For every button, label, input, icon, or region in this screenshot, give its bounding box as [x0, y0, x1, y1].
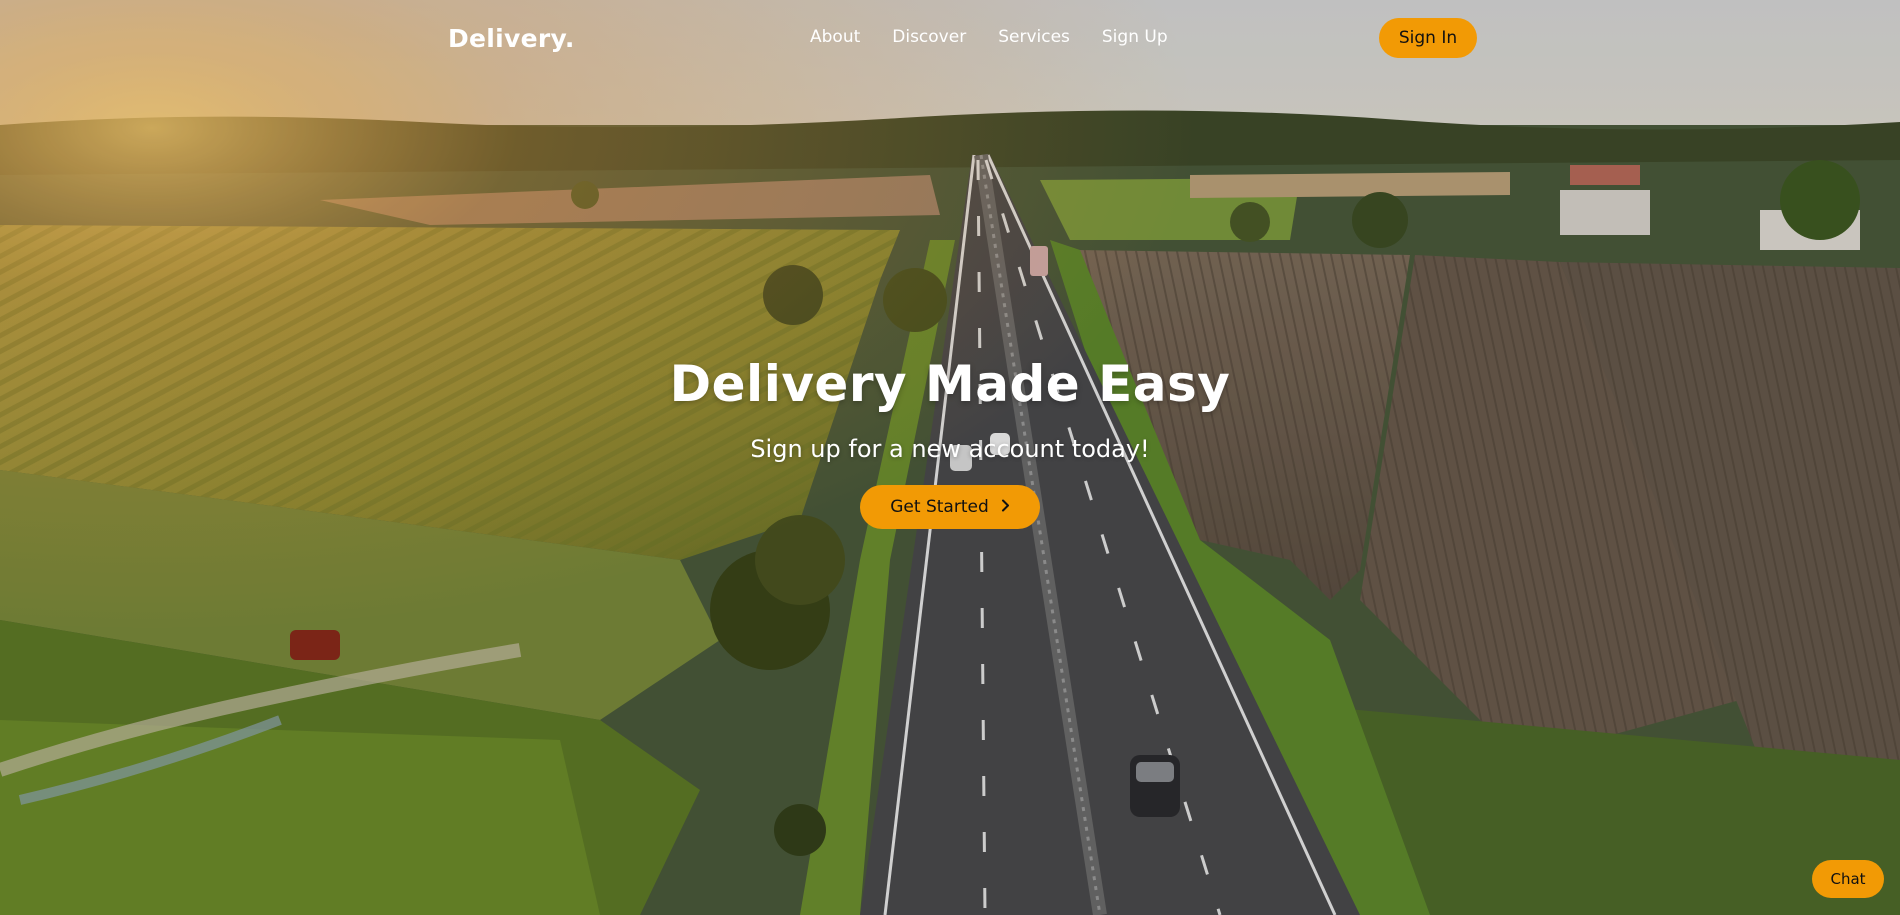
get-started-label: Get Started	[890, 497, 989, 517]
nav-link-discover[interactable]: Discover	[892, 27, 966, 47]
nav-link-sign-up[interactable]: Sign Up	[1102, 27, 1168, 47]
hero-title: Delivery Made Easy	[669, 355, 1231, 413]
sign-in-button[interactable]: Sign In	[1379, 18, 1477, 58]
chevron-right-icon	[1001, 499, 1010, 516]
nav-link-about[interactable]: About	[810, 27, 860, 47]
get-started-button[interactable]: Get Started	[860, 485, 1040, 529]
hero-subtitle: Sign up for a new account today!	[750, 435, 1150, 463]
nav-link-services[interactable]: Services	[998, 27, 1070, 47]
chat-button[interactable]: Chat	[1812, 860, 1884, 898]
hero-section: Delivery Made Easy Sign up for a new acc…	[0, 355, 1900, 529]
nav-links: About Discover Services Sign Up	[810, 27, 1168, 47]
brand-logo[interactable]: Delivery.	[448, 24, 575, 53]
top-navbar: Delivery. About Discover Services Sign U…	[0, 0, 1900, 78]
